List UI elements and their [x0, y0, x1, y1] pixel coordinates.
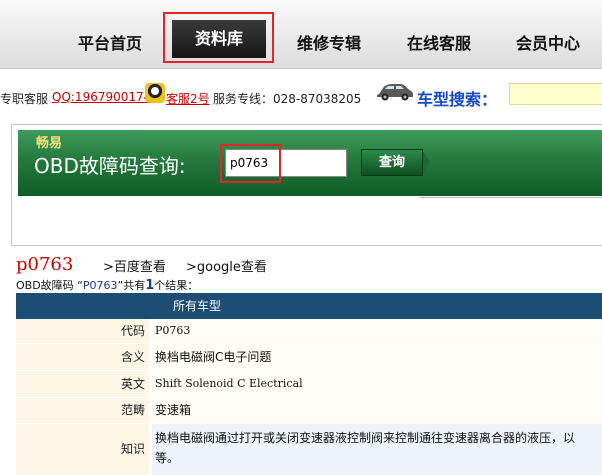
- table-header: 所有车型: [16, 293, 602, 319]
- result-summary: OBD故障码 “P0763”共有1个结果：: [16, 278, 199, 293]
- car-icon: [377, 84, 413, 101]
- hotline-text: 服务专线：028-87038205: [213, 92, 362, 106]
- table-row-english: 英文 Shift Solenoid C Electrical: [16, 371, 602, 397]
- qq-penguin-icon[interactable]: [145, 83, 165, 103]
- row-value: 换档电磁阀通过打开或关闭变速器液控制阀来控制通往变速器离合器的液压，以 等。: [152, 424, 602, 475]
- row-label: 英文: [16, 371, 149, 397]
- nav-home[interactable]: 平台首页: [78, 30, 142, 54]
- row-value: P0763: [152, 319, 602, 343]
- highlight-frame-input: [220, 144, 281, 183]
- service-prefix: 专职客服: [0, 92, 49, 106]
- nav-member-center[interactable]: 会员中心: [516, 30, 580, 54]
- table-row-meaning: 含义 换档电磁阀C电子问题: [16, 344, 602, 370]
- row-label: 含义: [16, 344, 149, 370]
- service2-link[interactable]: 客服2号: [166, 90, 210, 107]
- brand-label: 畅易: [36, 136, 63, 151]
- nav-online-service[interactable]: 在线客服: [407, 30, 471, 54]
- obd-query-title: OBD故障码查询:: [34, 154, 186, 178]
- table-row-category: 范畴 变速箱: [16, 398, 602, 423]
- table-row-code: 代码 P0763: [16, 319, 602, 343]
- row-label: 代码: [16, 319, 149, 343]
- result-code-title: p0763: [16, 254, 74, 275]
- query-arrow-icon: [423, 151, 430, 173]
- row-value: Shift Solenoid C Electrical: [152, 371, 602, 397]
- qq-link[interactable]: QQ:1967900174: [52, 90, 151, 104]
- row-label: 知识: [16, 424, 149, 475]
- highlight-frame-nav: [163, 12, 274, 63]
- top-nav: 平台首页 资料库 维修专辑 在线客服 会员中心: [0, 0, 602, 69]
- car-search-input[interactable]: [509, 83, 602, 105]
- nav-repair-album[interactable]: 维修专辑: [297, 30, 361, 54]
- query-button[interactable]: 查询: [361, 149, 423, 176]
- baidu-link[interactable]: >百度查看: [103, 256, 166, 275]
- row-value: 换档电磁阀C电子问题: [152, 344, 602, 370]
- car-search-label: 车型搜索：: [417, 90, 498, 109]
- row-label: 范畴: [16, 398, 149, 423]
- row-value: 变速箱: [152, 398, 602, 423]
- divider: [419, 197, 602, 198]
- table-row-knowledge: 知识 换档电磁阀通过打开或关闭变速器液控制阀来控制通往变速器离合器的液压，以 等…: [16, 424, 602, 475]
- google-link[interactable]: >google查看: [186, 256, 267, 275]
